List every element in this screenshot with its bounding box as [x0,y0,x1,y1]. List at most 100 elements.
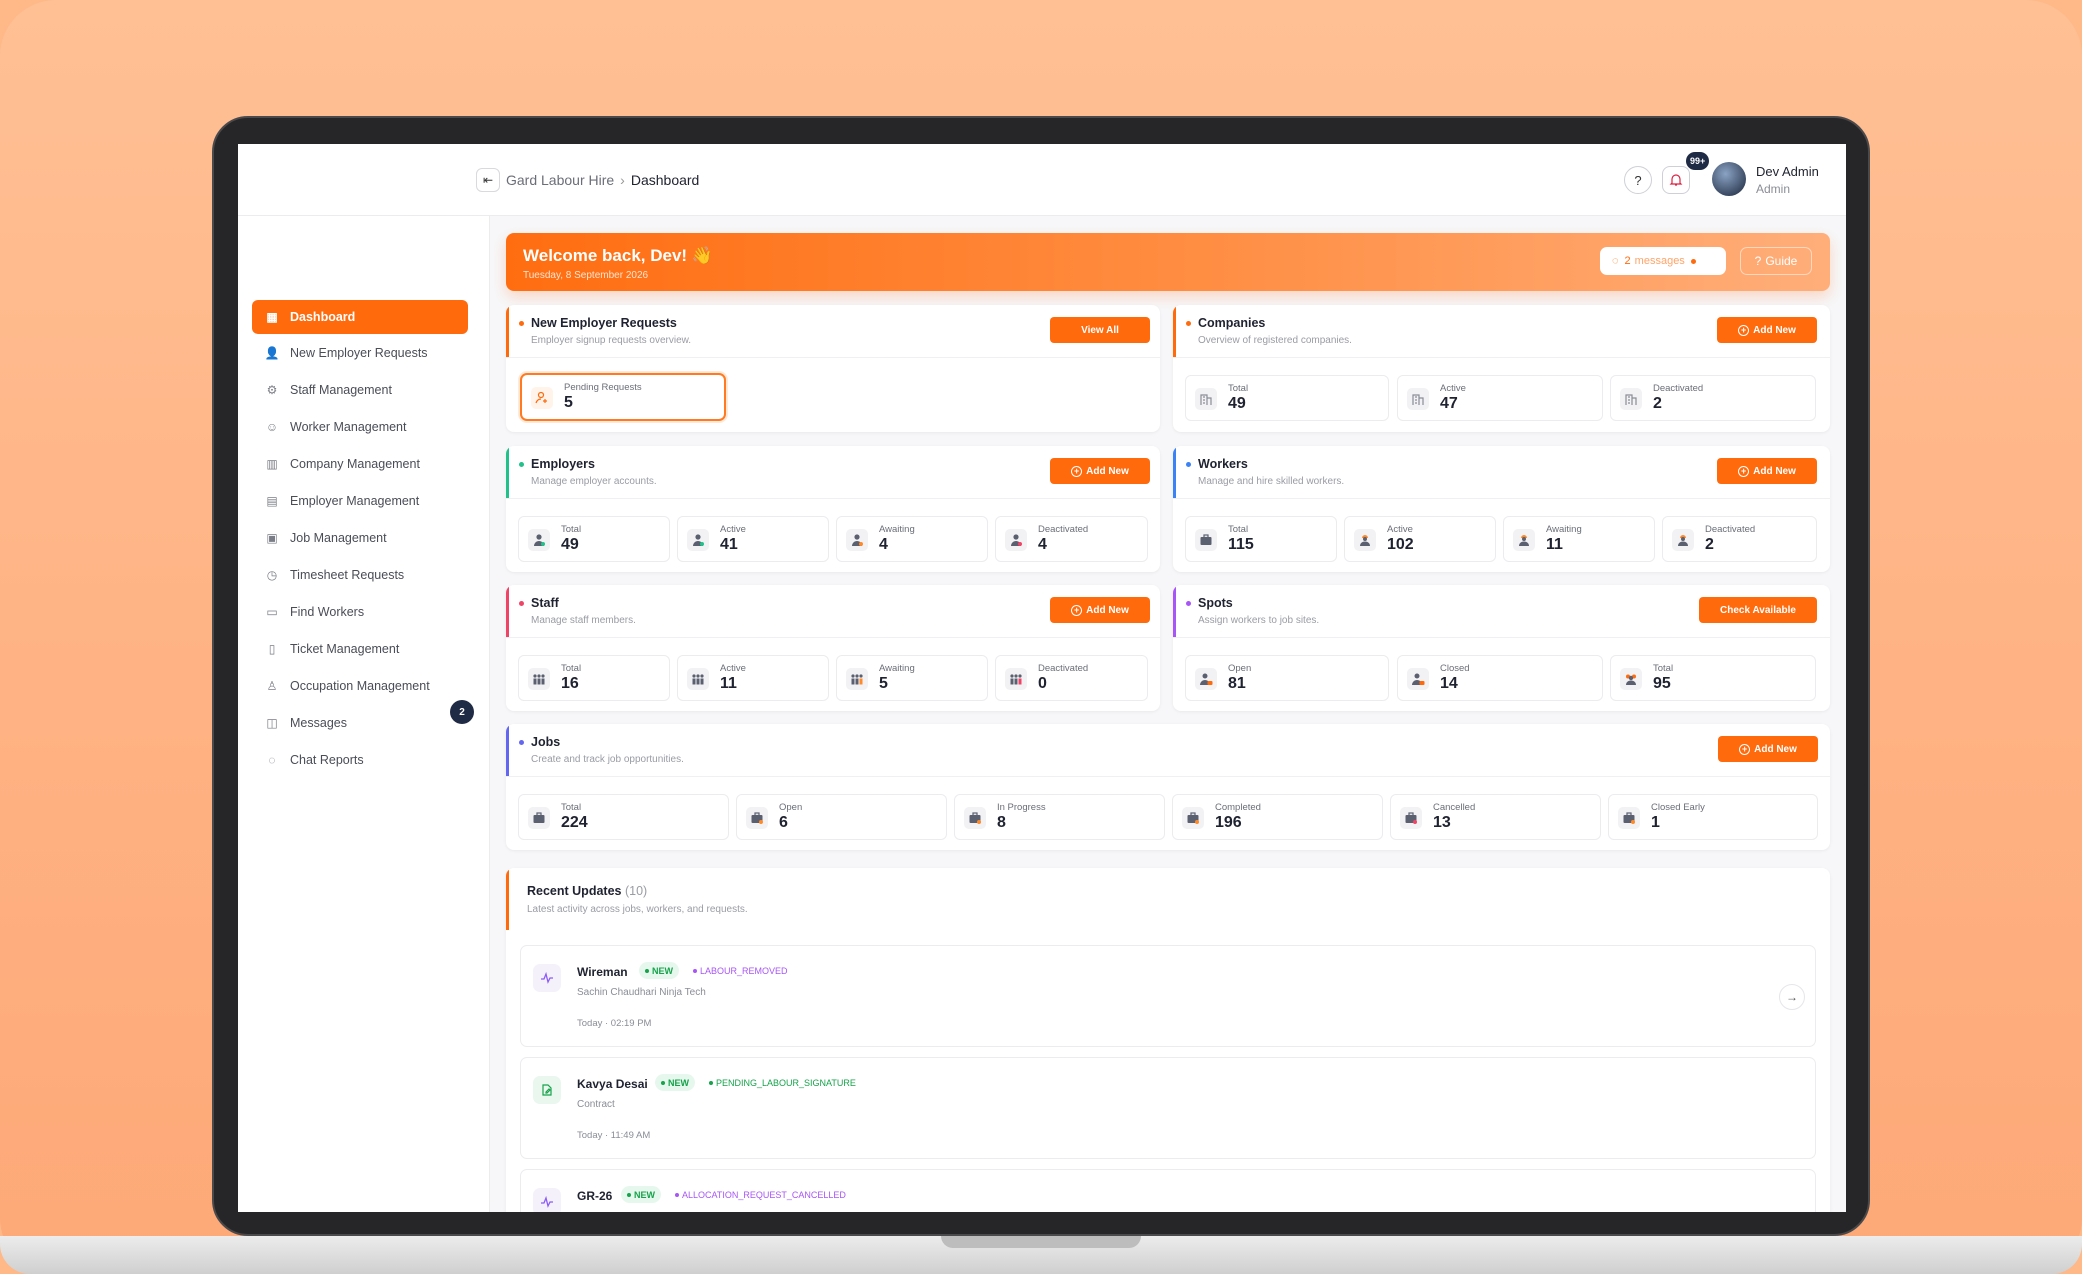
sidebar-item-dashboard[interactable]: ▦ Dashboard [252,300,468,334]
stat-total[interactable]: Total 16 [518,655,670,701]
stat-closed-early[interactable]: Closed Early 1 [1608,794,1818,840]
user-name[interactable]: Dev Admin [1756,164,1819,179]
stat-open[interactable]: Open 81 [1185,655,1389,701]
stat-deactivated[interactable]: Deactivated 2 [1610,375,1816,421]
card-dot [1186,462,1191,467]
briefcase-icon [746,807,768,829]
check-available-button[interactable]: Check Available [1699,597,1817,623]
stat-active[interactable]: Active 11 [677,655,829,701]
sidebar-item-ticket-management[interactable]: ▯ Ticket Management [252,632,468,666]
avatar[interactable] [1712,162,1746,196]
sidebar-item-occupation-management[interactable]: ♙ Occupation Management [252,669,468,703]
help-icon[interactable]: ? [1624,166,1652,194]
recent-subtitle: Latest activity across jobs, workers, an… [527,904,748,915]
divider [1173,357,1830,358]
stat-pending-requests[interactable]: Pending Requests 5 [520,373,726,421]
card-title: Staff [531,596,559,610]
sidebar-item-company-management[interactable]: ▥ Company Management [252,447,468,481]
add-staff-button[interactable]: + Add New [1050,597,1150,623]
arrow-right-icon[interactable]: → [1779,984,1805,1010]
stat-value: 5 [564,394,573,411]
calendar-icon: ▭ [266,605,278,619]
stat-awaiting[interactable]: Awaiting 11 [1503,516,1655,562]
add-worker-button[interactable]: + Add New [1717,458,1817,484]
stat-active[interactable]: Active 47 [1397,375,1603,421]
sidebar-item-worker-management[interactable]: ☺ Worker Management [252,410,468,444]
stat-total[interactable]: Total 49 [1185,375,1389,421]
stat-label: Total [561,802,582,813]
sidebar-item-employer-management[interactable]: ▤ Employer Management [252,484,468,518]
button-label: Add New [1753,324,1796,336]
notification-count-badge: 99+ [1686,152,1710,170]
stat-label: Awaiting [1546,524,1582,535]
team-icon [1005,668,1027,690]
stat-value: 47 [1440,395,1458,412]
sidebar-item-label: Chat Reports [290,753,364,767]
stat-total[interactable]: Total 224 [518,794,729,840]
sidebar-item-timesheet-requests[interactable]: ◷ Timesheet Requests [252,558,468,592]
stat-closed[interactable]: Closed 14 [1397,655,1603,701]
messages-label: messages [1634,255,1685,267]
update-item[interactable]: GR-26 NEW ALLOCATION_REQUEST_CANCELLED [520,1169,1816,1212]
view-all-button[interactable]: View All [1050,317,1150,343]
grid-icon: ▦ [266,310,278,324]
stat-completed[interactable]: Completed 196 [1172,794,1383,840]
stat-label: Active [720,524,746,535]
status-tag: LABOUR_REMOVED [687,962,794,979]
add-job-button[interactable]: + Add New [1718,736,1818,762]
update-name: Wireman [577,965,628,979]
group-icon [1620,668,1642,690]
card-title: Spots [1198,596,1233,610]
stat-active[interactable]: Active 41 [677,516,829,562]
building-icon: ▥ [266,457,278,471]
stat-label: Active [1440,383,1466,394]
card-accent-bar [506,305,509,357]
update-item[interactable]: Wireman NEW LABOUR_REMOVED Sachin Chaudh… [520,945,1816,1047]
sidebar-item-label: Ticket Management [290,642,400,656]
sidebar-item-job-management[interactable]: ▣ Job Management [252,521,468,555]
bookmark-icon: ▯ [268,642,276,656]
stat-awaiting[interactable]: Awaiting 5 [836,655,988,701]
add-employer-button[interactable]: + Add New [1050,458,1150,484]
messages-count: 2 [1624,255,1631,267]
stat-label: Active [720,663,746,674]
update-item[interactable]: Kavya Desai NEW PENDING_LABOUR_SIGNATURE… [520,1057,1816,1159]
stat-value: 1 [1651,814,1660,831]
sidebar-item-label: Dashboard [290,310,356,324]
stat-cancelled[interactable]: Cancelled 13 [1390,794,1601,840]
bell-icon[interactable] [1662,166,1690,194]
sidebar-item-staff-management[interactable]: ⚙ Staff Management [252,373,468,407]
add-company-button[interactable]: + Add New [1717,317,1817,343]
stat-label: Completed [1215,802,1261,813]
divider [1173,637,1830,638]
stat-awaiting[interactable]: Awaiting 4 [836,516,988,562]
update-subtitle: Sachin Chaudhari Ninja Tech [577,987,706,998]
collapse-sidebar-icon[interactable]: ⇤ [476,168,500,192]
stat-deactivated[interactable]: Deactivated 0 [995,655,1148,701]
stat-total[interactable]: Total 115 [1185,516,1337,562]
breadcrumb: Gard Labour Hire › Dashboard [506,172,699,188]
update-subtitle: Contract [577,1099,615,1110]
plus-circle-icon: + [1071,465,1083,477]
building-icon [1407,388,1429,410]
sidebar-item-new-employer-requests[interactable]: 👤 New Employer Requests [252,336,468,370]
breadcrumb-root[interactable]: Gard Labour Hire [506,172,614,188]
stat-active[interactable]: Active 102 [1344,516,1496,562]
stat-value: 2 [1653,395,1662,412]
stat-total[interactable]: Total 95 [1610,655,1816,701]
sidebar-item-find-workers[interactable]: ▭ Find Workers [252,595,468,629]
stat-deactivated[interactable]: Deactivated 2 [1662,516,1817,562]
card-subtitle: Create and track job opportunities. [531,754,684,765]
card-dot [519,601,524,606]
stat-total[interactable]: Total 49 [518,516,670,562]
stat-deactivated[interactable]: Deactivated 4 [995,516,1148,562]
sidebar-item-label: Company Management [290,457,420,471]
sidebar-item-messages[interactable]: ◫ Messages [252,706,468,740]
stat-in-progress[interactable]: In Progress 8 [954,794,1165,840]
app-screen: ⇤ Gard Labour Hire › Dashboard ? 99+ Dev A… [238,144,1846,1212]
card-dot [519,740,524,745]
sidebar-item-chat-reports[interactable]: ◌ Chat Reports [252,743,468,777]
stat-open[interactable]: Open 6 [736,794,947,840]
messages-button[interactable]: ◌ 2 messages [1600,247,1726,275]
guide-button[interactable]: ? Guide [1740,247,1812,275]
